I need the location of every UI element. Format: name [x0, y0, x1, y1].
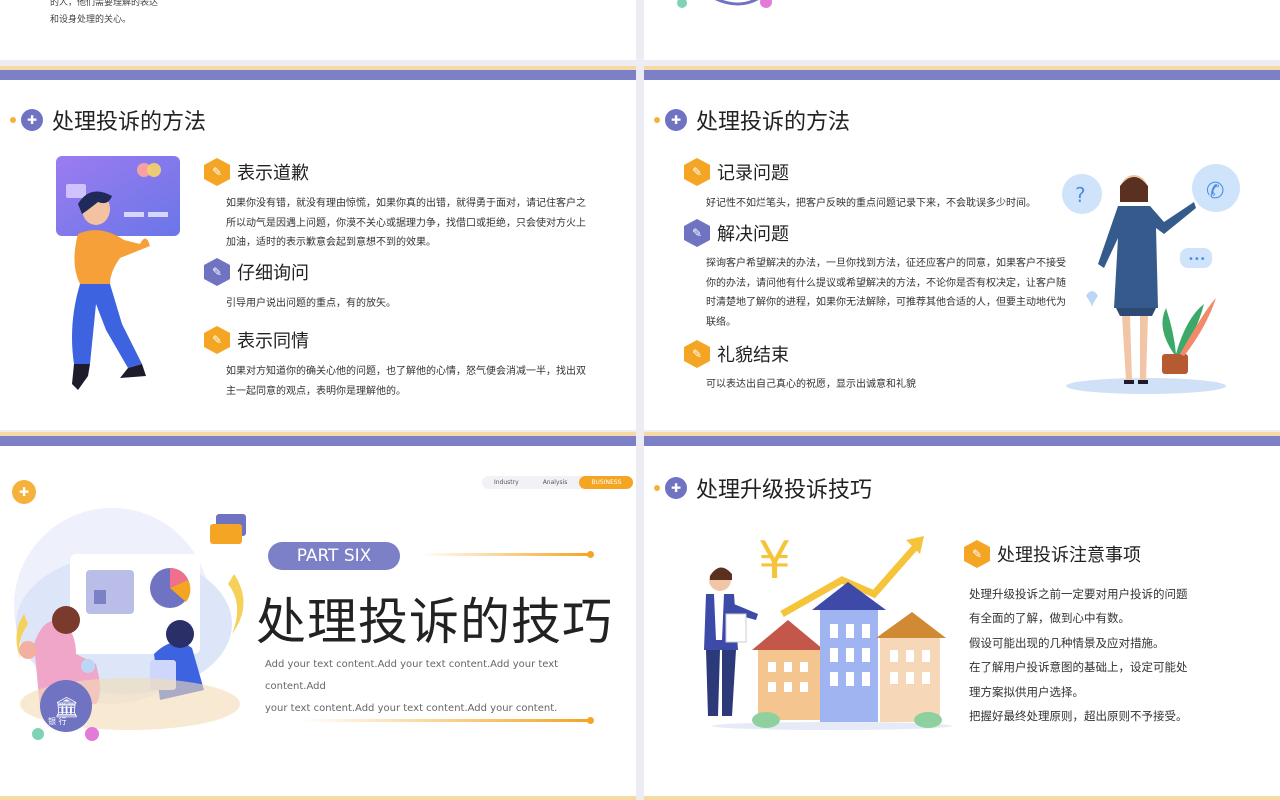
- item-solve: ✎ 解决问题: [684, 219, 803, 247]
- subtitle-line-2: your text content.Add your text content.…: [265, 703, 558, 714]
- item-apologize: ✎ 表示道歉: [204, 158, 323, 186]
- document-icon: ✎: [964, 540, 990, 568]
- text-line-1: 的人，他们需要理解的表达: [50, 0, 159, 8]
- section-title: 处理投诉的技巧: [256, 593, 613, 651]
- notes-line: 在了解用户投诉意图的基础上，设定可能处: [969, 660, 1188, 675]
- slide-title-row: ✚ 处理升级投诉技巧: [654, 472, 872, 504]
- slide-header-band: [0, 432, 636, 446]
- slide-methods-1[interactable]: ✚ 处理投诉的方法 ✎ 表示道歉 如果你没有错，就没有理由惊慌，如果你真的出错，…: [0, 66, 636, 430]
- meeting-illustration: 🏛: [14, 508, 246, 741]
- slide-partial-top-left[interactable]: 的人，他们需要理解的表达 和设身处理的关心。: [0, 0, 636, 60]
- svg-text:?: ?: [1075, 183, 1086, 207]
- title-dot: [654, 117, 660, 123]
- document-icon: ✎: [204, 326, 230, 354]
- growth-buildings-illustration: ¥: [704, 531, 952, 730]
- tab-bar: Industry Analysis BUSINESS: [482, 476, 634, 489]
- document-icon: ✎: [684, 340, 710, 368]
- notes-line: 把握好最终处理原则，超出原则不予接受。: [969, 709, 1188, 724]
- slide-methods-2[interactable]: ✚ 处理投诉的方法 ✎ 记录问题 好记性不如烂笔头，把客户反映的重点问题记录下来…: [644, 66, 1280, 430]
- slide-header-band: [644, 432, 1280, 446]
- credit-card-person-illustration: [56, 156, 180, 390]
- text-line-2: 和设身处理的关心。: [50, 15, 132, 25]
- slide-title-row: ✚ 处理投诉的方法: [10, 104, 206, 136]
- item-body: 好记性不如烂笔头，把客户反映的重点问题记录下来，不会耽误多少时间。: [706, 198, 1036, 209]
- document-icon: ✎: [204, 158, 230, 186]
- slide-title-row: ✚ 处理投诉的方法: [654, 104, 850, 136]
- subtitle-line-1: Add your text content.Add your text cont…: [265, 659, 559, 692]
- slide-title: 处理投诉的方法: [52, 110, 207, 135]
- item-record: ✎ 记录问题: [684, 158, 803, 186]
- notes-list: 处理升级投诉之前一定要对用户投诉的问题 有全面的了解，做到心中有数。 假设可能出…: [969, 582, 1188, 728]
- accent-line-top: [420, 553, 590, 556]
- accent-dot-bottom: [587, 717, 594, 724]
- item-title: 表示同情: [235, 327, 323, 353]
- accent-dot-top: [587, 551, 594, 558]
- slide-escalation[interactable]: ✚ 处理升级投诉技巧 ¥ ✎ 处理投诉注意事项 处理升级投诉之前一定要对用户投诉…: [644, 432, 1280, 796]
- slide-header-band: [0, 66, 636, 80]
- slide-title: 处理投诉的方法: [696, 110, 851, 135]
- notes-line: 处理升级投诉之前一定要对用户投诉的问题: [969, 587, 1188, 601]
- item-title: 表示道歉: [235, 159, 323, 185]
- slide-title: 处理升级投诉技巧: [696, 478, 873, 503]
- item-body: 探询客户希望解决的办法，一旦你找到方法，征还应客户的同意，如果客户不接受你的办法…: [706, 258, 1066, 328]
- accent-line-bottom: [300, 719, 590, 722]
- customer-service-illustration: ? ✆ •••: [1062, 164, 1240, 394]
- item-notes: ✎ 处理投诉注意事项: [964, 540, 1155, 568]
- item-title: 礼貌结束: [715, 341, 803, 367]
- notes-line: 假设可能出现的几种情景及应对措施。: [969, 635, 1165, 650]
- item-body: 如果对方知道你的确关心他的问题，也了解他的心情，怒气便会消减一半，找出双主一起同…: [226, 366, 586, 397]
- pin-icon: ✚: [21, 109, 43, 131]
- part-label: PART SIX: [268, 542, 400, 570]
- document-icon: ✎: [684, 219, 710, 247]
- item-title: 仔细询问: [235, 259, 323, 285]
- pin-icon: ✚: [665, 109, 687, 131]
- tab-industry[interactable]: Industry: [482, 476, 531, 489]
- item-title: 处理投诉注意事项: [995, 541, 1155, 567]
- svg-text:•••: •••: [1188, 254, 1206, 265]
- item-body: 如果你没有错，就没有理由惊慌，如果你真的出错，就得勇于面对，请记住客户之所以动气…: [226, 198, 586, 248]
- slide-partial-top-right[interactable]: [644, 0, 1280, 60]
- yen-symbol: ¥: [758, 531, 791, 591]
- partial-illustration: [677, 0, 772, 8]
- item-title: 记录问题: [715, 159, 803, 185]
- title-dot: [654, 485, 660, 491]
- svg-text:✆: ✆: [1206, 179, 1224, 204]
- item-body: 引导用户说出问题的重点，有的放矢。: [226, 298, 396, 309]
- item-polite-close: ✎ 礼貌结束: [684, 340, 803, 368]
- slide-partial-bottom-left[interactable]: [0, 796, 636, 800]
- tab-analysis[interactable]: Analysis: [531, 476, 580, 489]
- item-sympathize: ✎ 表示同情: [204, 326, 323, 354]
- notes-line: 有全面的了解，做到心中有数。: [969, 611, 1130, 626]
- slide-partial-bottom-right[interactable]: [644, 796, 1280, 800]
- title-dot: [10, 117, 16, 123]
- item-ask-carefully: ✎ 仔细询问: [204, 258, 323, 286]
- tab-business[interactable]: BUSINESS: [579, 476, 634, 489]
- slide-header-band: [644, 66, 1280, 80]
- item-title: 解决问题: [715, 220, 803, 246]
- document-icon: ✎: [204, 258, 230, 286]
- document-icon: ✎: [684, 158, 710, 186]
- pin-icon: ✚: [665, 477, 687, 499]
- slide-part-six[interactable]: ✚ Industry Analysis BUSINESS 🏛 银 行 PART …: [0, 432, 636, 796]
- subtitle: Add your text content.Add your text cont…: [265, 654, 595, 720]
- bank-label: 银 行: [48, 717, 67, 726]
- notes-line: 理方案拟供用户选择。: [969, 684, 1084, 699]
- item-body: 可以表达出自己真心的祝愿，显示出诚意和礼貌: [706, 379, 916, 390]
